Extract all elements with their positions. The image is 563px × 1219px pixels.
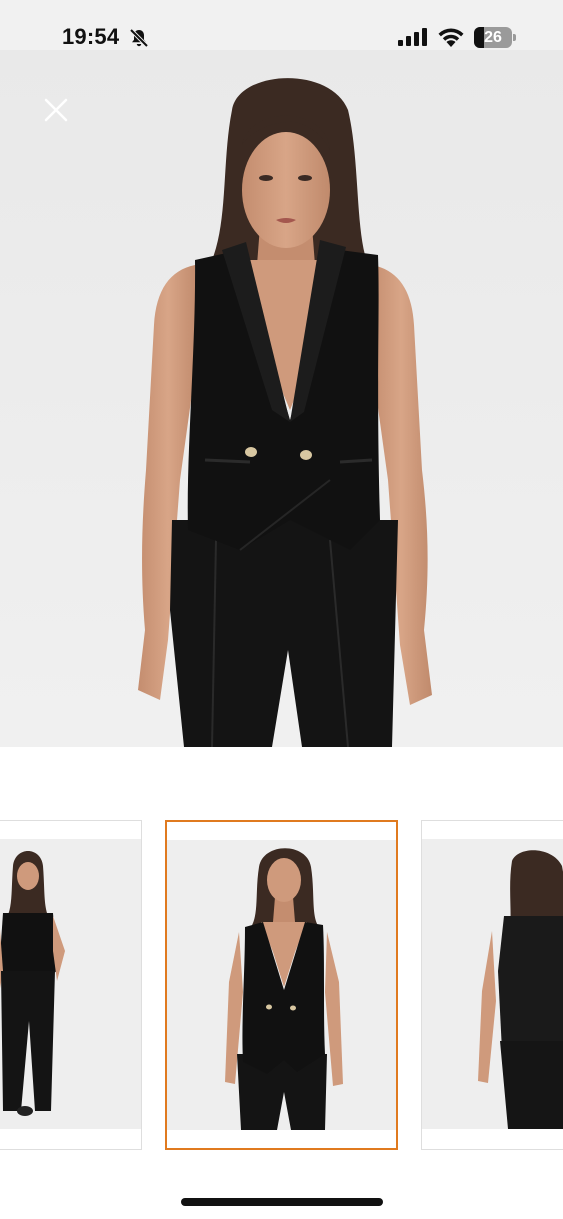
close-button[interactable] bbox=[38, 92, 74, 128]
home-indicator[interactable] bbox=[181, 1198, 383, 1206]
main-product-photo[interactable] bbox=[0, 50, 563, 747]
status-bar: 19:54 26 bbox=[0, 0, 563, 50]
wifi-icon bbox=[438, 28, 464, 47]
status-time: 19:54 bbox=[62, 24, 120, 49]
thumbnail-1[interactable] bbox=[0, 820, 142, 1150]
thumbnail-2-selected[interactable] bbox=[165, 820, 398, 1150]
close-icon bbox=[44, 98, 68, 122]
bell-slash-icon bbox=[129, 28, 149, 48]
signal-icon bbox=[398, 28, 427, 46]
battery-icon: 26 bbox=[474, 27, 516, 48]
thumbnail-3[interactable] bbox=[421, 820, 563, 1150]
battery-level: 26 bbox=[484, 29, 502, 46]
